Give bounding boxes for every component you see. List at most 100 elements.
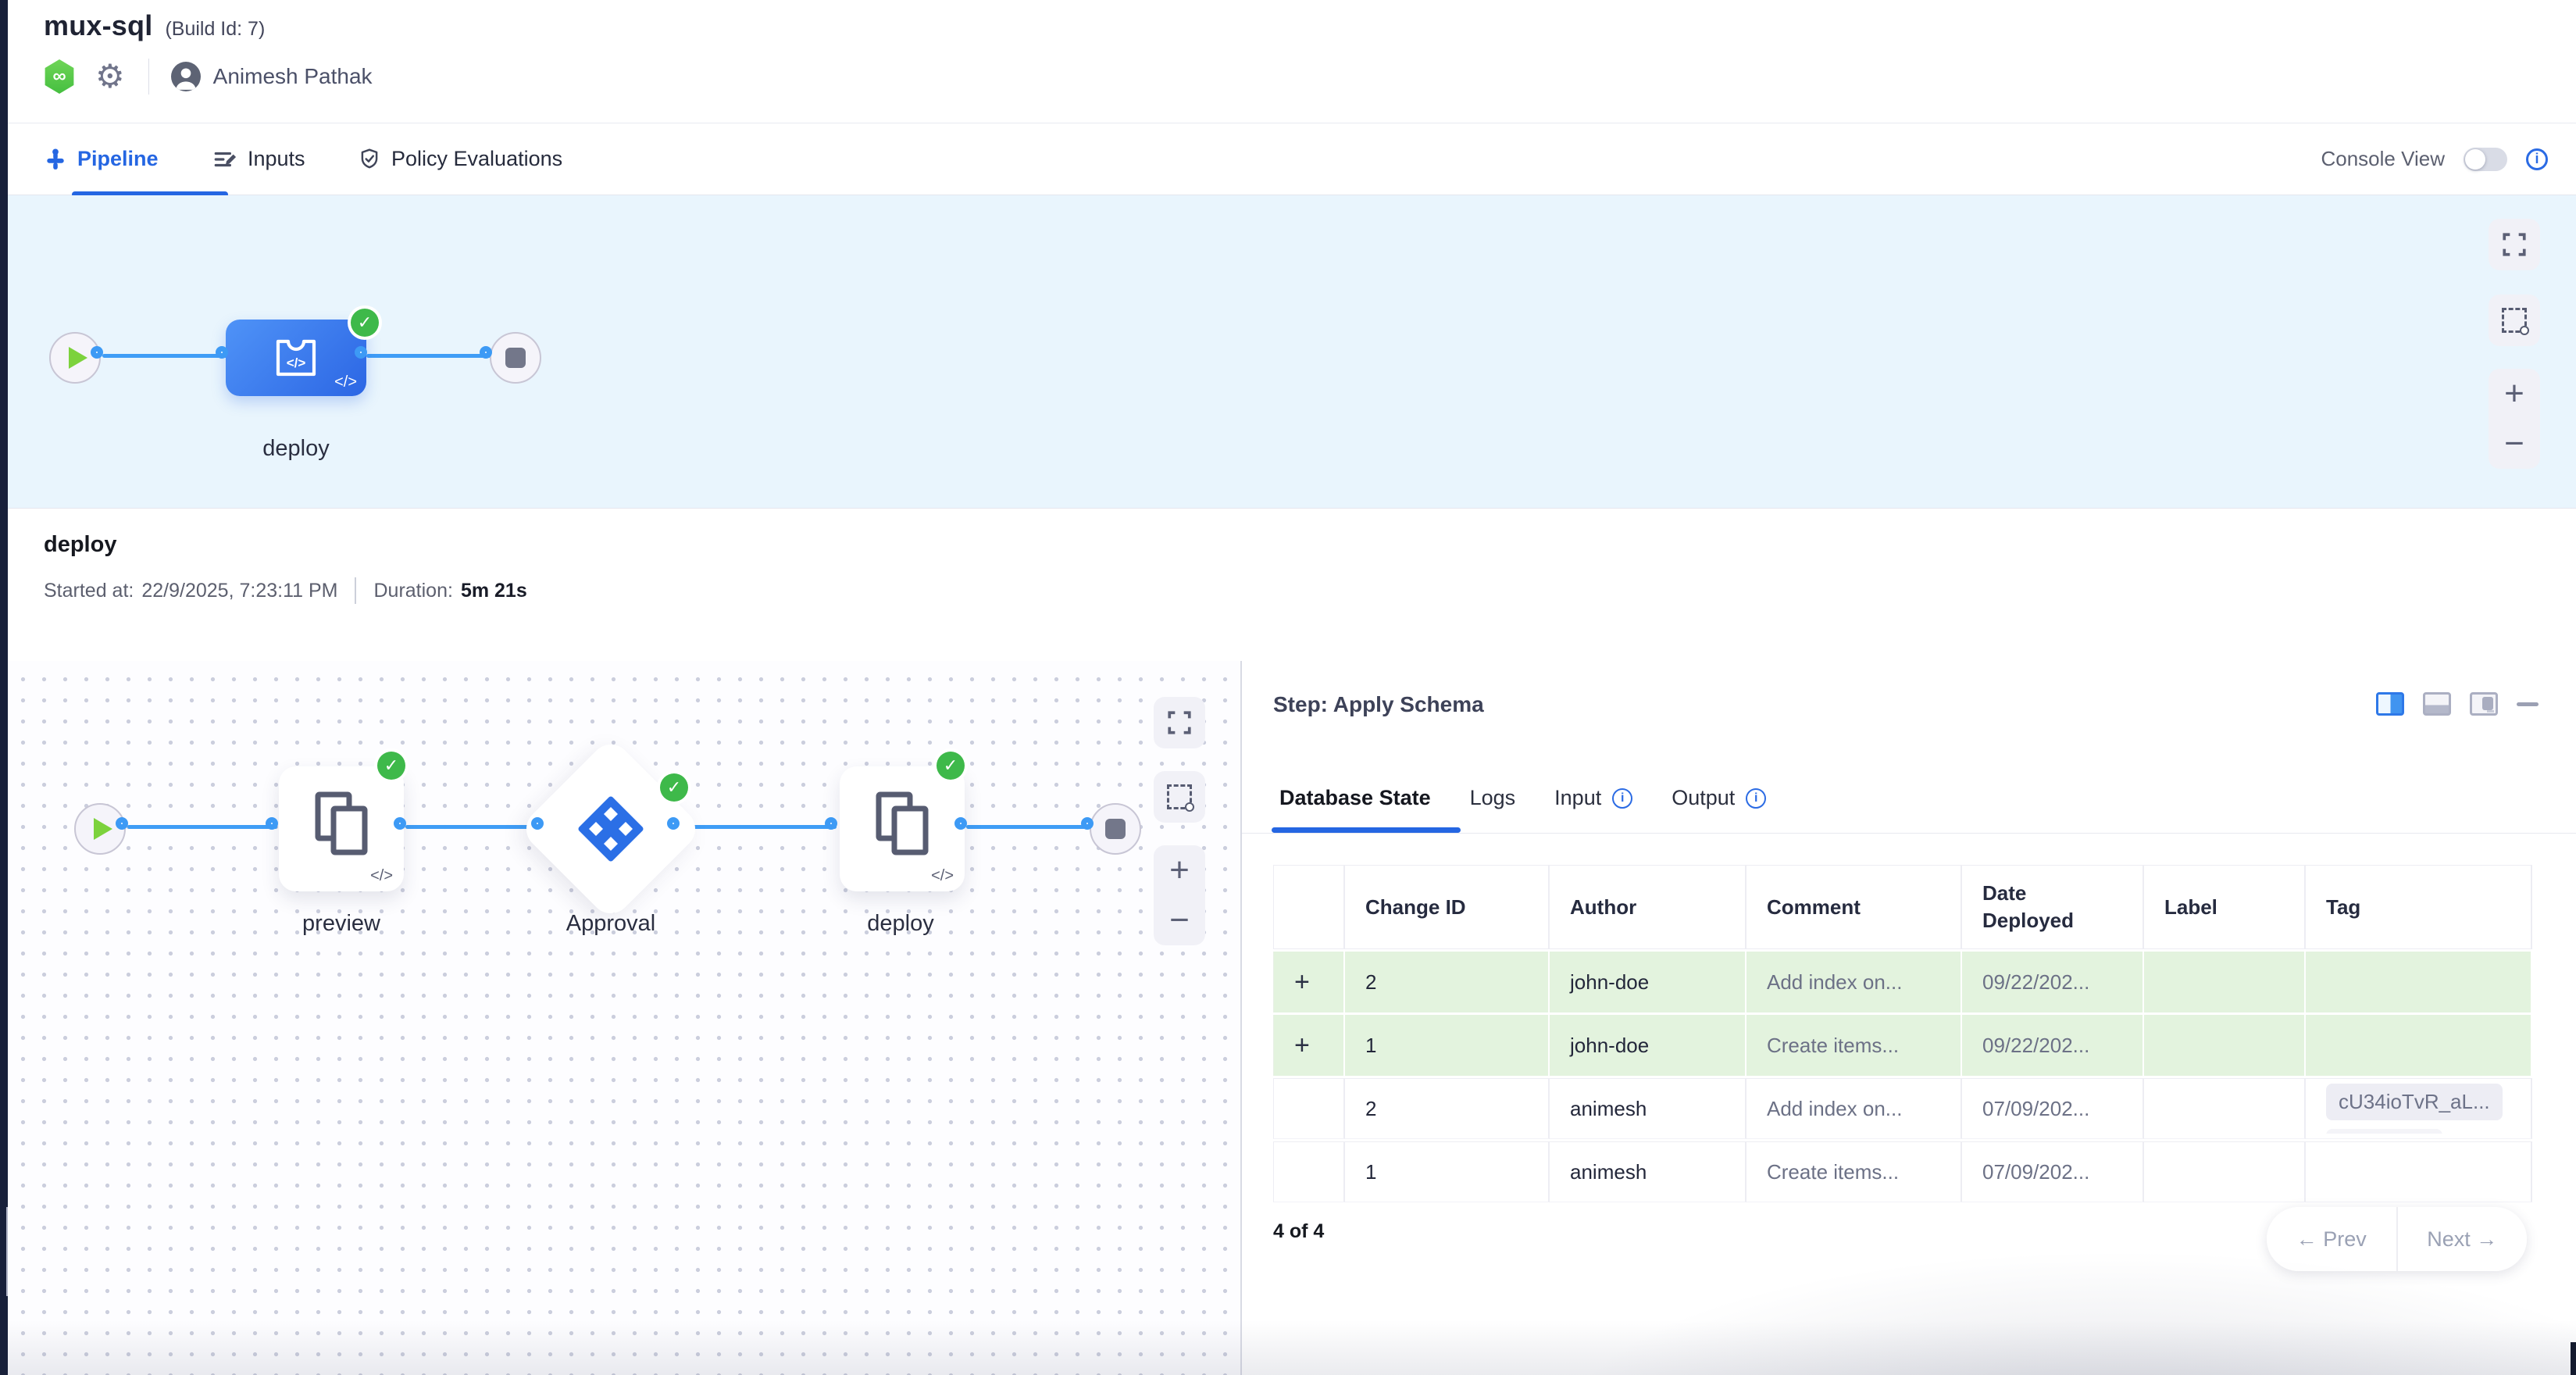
expand-row-button[interactable]: + xyxy=(1294,1030,1310,1060)
page-header: mux-sql (Build Id: 7) ∞ ⚙ Animesh Pathak xyxy=(8,0,2576,123)
cell-comment: Add index on... xyxy=(1746,952,1962,1012)
col-date-deployed: Date Deployed xyxy=(1962,865,2144,949)
main-tabbar: Pipeline Inputs Policy Evaluations Conso… xyxy=(8,123,2576,195)
step-node-label: deploy xyxy=(815,911,987,937)
layout-floating-icon[interactable] xyxy=(2470,692,2498,716)
end-node[interactable] xyxy=(1090,803,1141,855)
expand-row-button[interactable]: + xyxy=(1294,967,1310,997)
tab-policy-evaluations[interactable]: Policy Evaluations xyxy=(358,123,562,195)
fullscreen-icon xyxy=(2501,231,2528,258)
check-icon: ✓ xyxy=(384,755,398,776)
console-info-icon[interactable]: i xyxy=(2526,148,2548,170)
cell-tag: cU34ioTvR_aL... BL4TFLV... xyxy=(2306,1078,2532,1139)
tabs-bottom-border xyxy=(1242,833,2576,834)
tab-input-label: Input xyxy=(1554,786,1601,810)
active-tab-indicator xyxy=(1272,827,1461,833)
minimize-panel-icon[interactable] xyxy=(2517,702,2539,706)
table-row[interactable]: + 1 john-doe Create items... 09/22/202..… xyxy=(1273,1015,2532,1076)
tag-chip-overflow: BL4TFLV... xyxy=(2326,1129,2442,1134)
edge-port xyxy=(480,346,492,359)
table-row[interactable]: + 2 john-doe Add index on... 09/22/202..… xyxy=(1273,952,2532,1012)
zoom-in-button[interactable]: + xyxy=(1169,853,1190,888)
success-badge: ✓ xyxy=(377,752,405,780)
edge-port xyxy=(116,817,128,830)
user-avatar-icon xyxy=(171,62,201,91)
success-badge: ✓ xyxy=(660,773,688,802)
pagination: ← Prev Next → xyxy=(2267,1207,2527,1271)
step-node-label: preview xyxy=(255,911,427,937)
start-node[interactable] xyxy=(49,332,101,384)
edge-port xyxy=(667,817,680,830)
fit-view-button[interactable] xyxy=(1154,697,1205,748)
play-icon xyxy=(69,347,87,369)
console-view-toggle[interactable] xyxy=(2464,148,2507,171)
cell-comment: Create items... xyxy=(1746,1141,1962,1202)
output-info-icon[interactable]: i xyxy=(1746,788,1766,809)
step-detail-panel: Step: Apply Schema Database State Logs I… xyxy=(1242,661,2576,1375)
step-node-deploy[interactable]: </> xyxy=(840,766,965,891)
marquee-select-button[interactable] xyxy=(1154,771,1205,823)
cell-tag xyxy=(2306,952,2532,1012)
inputs-icon xyxy=(212,147,237,172)
cell-tag xyxy=(2306,1015,2532,1076)
check-icon: ✓ xyxy=(667,777,681,798)
copy-layers-icon xyxy=(309,790,374,855)
next-page-button[interactable]: Next → xyxy=(2398,1207,2528,1271)
started-at-value: 22/9/2025, 7:23:11 PM xyxy=(141,580,337,602)
edge-port xyxy=(531,817,544,830)
tabbar-right-controls: Console View i xyxy=(2321,123,2548,195)
col-author: Author xyxy=(1550,865,1746,949)
fit-view-button[interactable] xyxy=(2489,219,2540,270)
cell-date-deployed: 09/22/202... xyxy=(1962,952,2144,1012)
marquee-select-button[interactable] xyxy=(2489,295,2540,346)
zoom-out-button[interactable]: − xyxy=(2504,427,2524,461)
edge-port xyxy=(954,817,967,830)
gear-icon[interactable]: ⚙ xyxy=(95,59,125,94)
step-node-preview[interactable]: </> xyxy=(279,766,404,891)
tab-policy-label: Policy Evaluations xyxy=(391,147,562,171)
table-row[interactable]: 1 animesh Create items... 07/09/202... xyxy=(1273,1141,2532,1202)
tab-output[interactable]: Output i xyxy=(1672,786,1766,810)
zoom-out-button[interactable]: − xyxy=(1169,903,1190,938)
tab-logs[interactable]: Logs xyxy=(1470,786,1516,810)
cell-expander xyxy=(1273,1141,1345,1202)
tab-inputs[interactable]: Inputs xyxy=(212,123,305,195)
code-badge: </> xyxy=(931,867,954,885)
cell-author: animesh xyxy=(1550,1141,1746,1202)
copy-layers-icon xyxy=(869,790,935,855)
step-graph-canvas[interactable]: </> ✓ ✓ </> ✓ previ xyxy=(8,661,1240,1375)
header-meta-row: ∞ ⚙ Animesh Pathak xyxy=(44,56,373,97)
tag-chip[interactable]: cU34ioTvR_aL... xyxy=(2326,1084,2503,1120)
edge-line xyxy=(127,825,277,829)
tab-pipeline-label: Pipeline xyxy=(77,147,159,171)
table-row[interactable]: 2 animesh Add index on... 07/09/202... c… xyxy=(1273,1078,2532,1139)
tab-pipeline[interactable]: Pipeline xyxy=(44,123,159,195)
edge-port xyxy=(825,817,837,830)
edge-port xyxy=(394,817,406,830)
tab-input[interactable]: Input i xyxy=(1554,786,1632,810)
cell-date-deployed: 09/22/202... xyxy=(1962,1015,2144,1076)
stage-graph-canvas[interactable]: </> </> ✓ deploy + − xyxy=(8,195,2576,508)
title-row: mux-sql (Build Id: 7) xyxy=(44,9,265,42)
tab-database-state[interactable]: Database State xyxy=(1279,786,1431,810)
col-comment: Comment xyxy=(1746,865,1962,949)
cell-change-id: 1 xyxy=(1345,1015,1550,1076)
input-info-icon[interactable]: i xyxy=(1612,788,1632,809)
layout-bottom-split-icon[interactable] xyxy=(2423,692,2451,716)
step-panel-title: Step: Apply Schema xyxy=(1273,692,1484,717)
end-node[interactable] xyxy=(490,332,541,384)
success-badge: ✓ xyxy=(937,752,965,780)
cell-change-id: 2 xyxy=(1345,1078,1550,1139)
cell-expander xyxy=(1273,1078,1345,1139)
row-count: 4 of 4 xyxy=(1273,1220,1324,1243)
edge-line xyxy=(679,825,837,829)
start-node[interactable] xyxy=(74,803,126,855)
col-label: Label xyxy=(2144,865,2306,949)
code-container-icon: </> xyxy=(271,333,321,383)
zoom-in-button[interactable]: + xyxy=(2504,377,2524,411)
layout-right-split-icon[interactable] xyxy=(2376,692,2404,716)
fullscreen-icon xyxy=(1166,709,1193,736)
prev-page-button[interactable]: ← Prev xyxy=(2267,1207,2396,1271)
stage-node-deploy[interactable]: </> </> xyxy=(226,320,366,396)
table-header-row: Change ID Author Comment Date Deployed L… xyxy=(1273,865,2532,949)
